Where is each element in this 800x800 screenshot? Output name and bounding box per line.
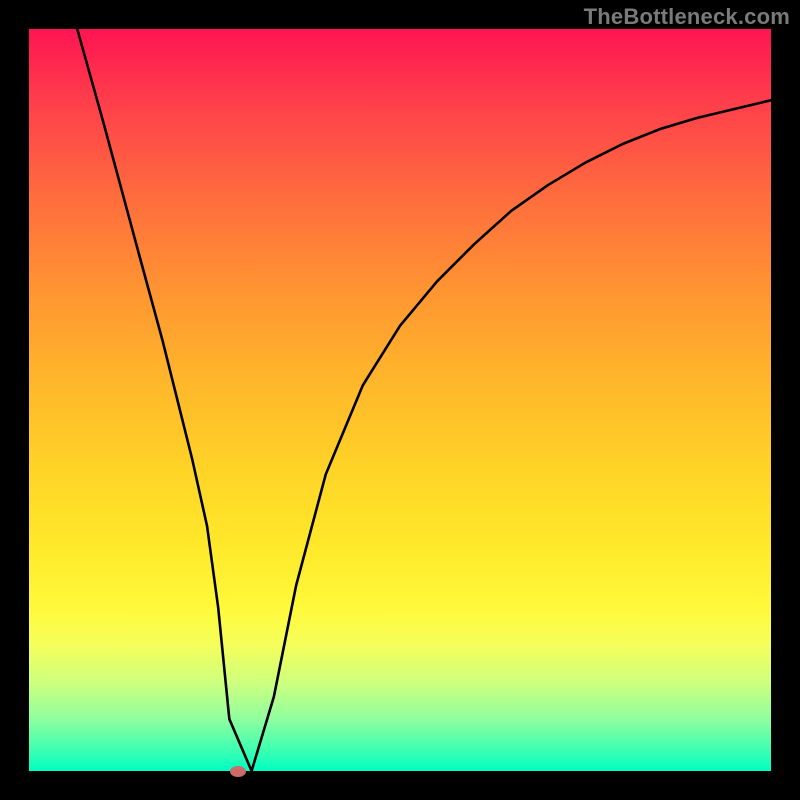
watermark-text: TheBottleneck.com	[584, 4, 790, 30]
bottleneck-curve	[29, 29, 771, 771]
